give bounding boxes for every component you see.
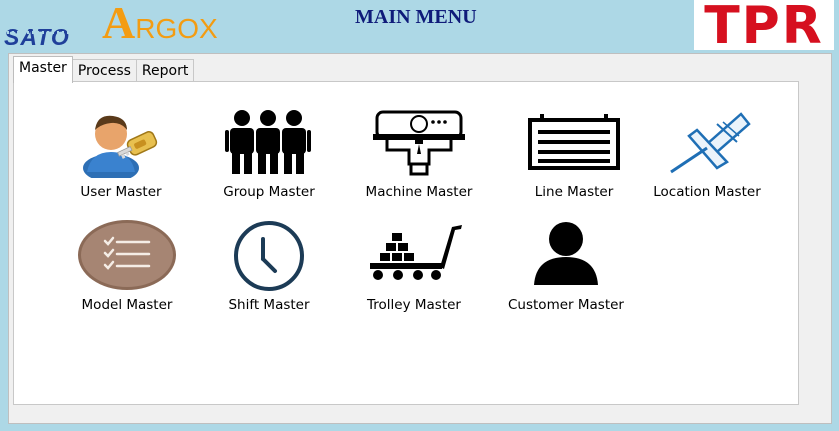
trolley-master-label: Trolley Master: [367, 297, 461, 313]
user-key-icon: [83, 115, 158, 178]
machine-master-tile[interactable]: Machine Master: [344, 106, 494, 206]
line-production-icon: [528, 114, 620, 170]
model-list-icon: [78, 220, 176, 290]
master-tab-panel: User Master Group Master Machine Master …: [13, 81, 799, 405]
push-pin-icon: [670, 112, 751, 174]
group-icon: [225, 110, 311, 174]
group-master-label: Group Master: [223, 184, 315, 200]
location-master-tile[interactable]: Location Master: [632, 106, 782, 206]
user-master-tile[interactable]: User Master: [46, 106, 196, 206]
group-master-tile[interactable]: Group Master: [194, 106, 344, 206]
tab-strip: Master Process Report: [13, 56, 195, 83]
model-master-label: Model Master: [81, 297, 173, 313]
main-tab-control: Master Process Report User Master Group …: [8, 53, 832, 424]
argox-logo: ARGOX: [102, 0, 218, 48]
model-master-tile[interactable]: Model Master: [52, 219, 202, 319]
trolley-icon: [370, 225, 462, 280]
shift-master-label: Shift Master: [228, 297, 310, 313]
page-title: MAIN MENU: [355, 6, 477, 28]
sato-logo: SATO: [4, 24, 70, 50]
location-master-label: Location Master: [653, 184, 761, 200]
line-master-label: Line Master: [534, 184, 614, 200]
machine-master-label: Machine Master: [365, 184, 473, 200]
tab-process[interactable]: Process: [72, 59, 137, 83]
line-master-tile[interactable]: Line Master: [499, 106, 649, 206]
shift-master-tile[interactable]: Shift Master: [194, 219, 344, 319]
tpr-logo: TPR: [694, 0, 834, 50]
customer-master-tile[interactable]: Customer Master: [491, 219, 641, 319]
tab-master[interactable]: Master: [13, 56, 73, 83]
trolley-master-tile[interactable]: Trolley Master: [339, 219, 489, 319]
tab-report[interactable]: Report: [136, 59, 195, 83]
machine-icon: [373, 110, 465, 176]
clock-icon: [234, 221, 304, 291]
customer-icon: [534, 222, 598, 285]
user-master-label: User Master: [80, 184, 162, 200]
customer-master-label: Customer Master: [508, 297, 624, 313]
